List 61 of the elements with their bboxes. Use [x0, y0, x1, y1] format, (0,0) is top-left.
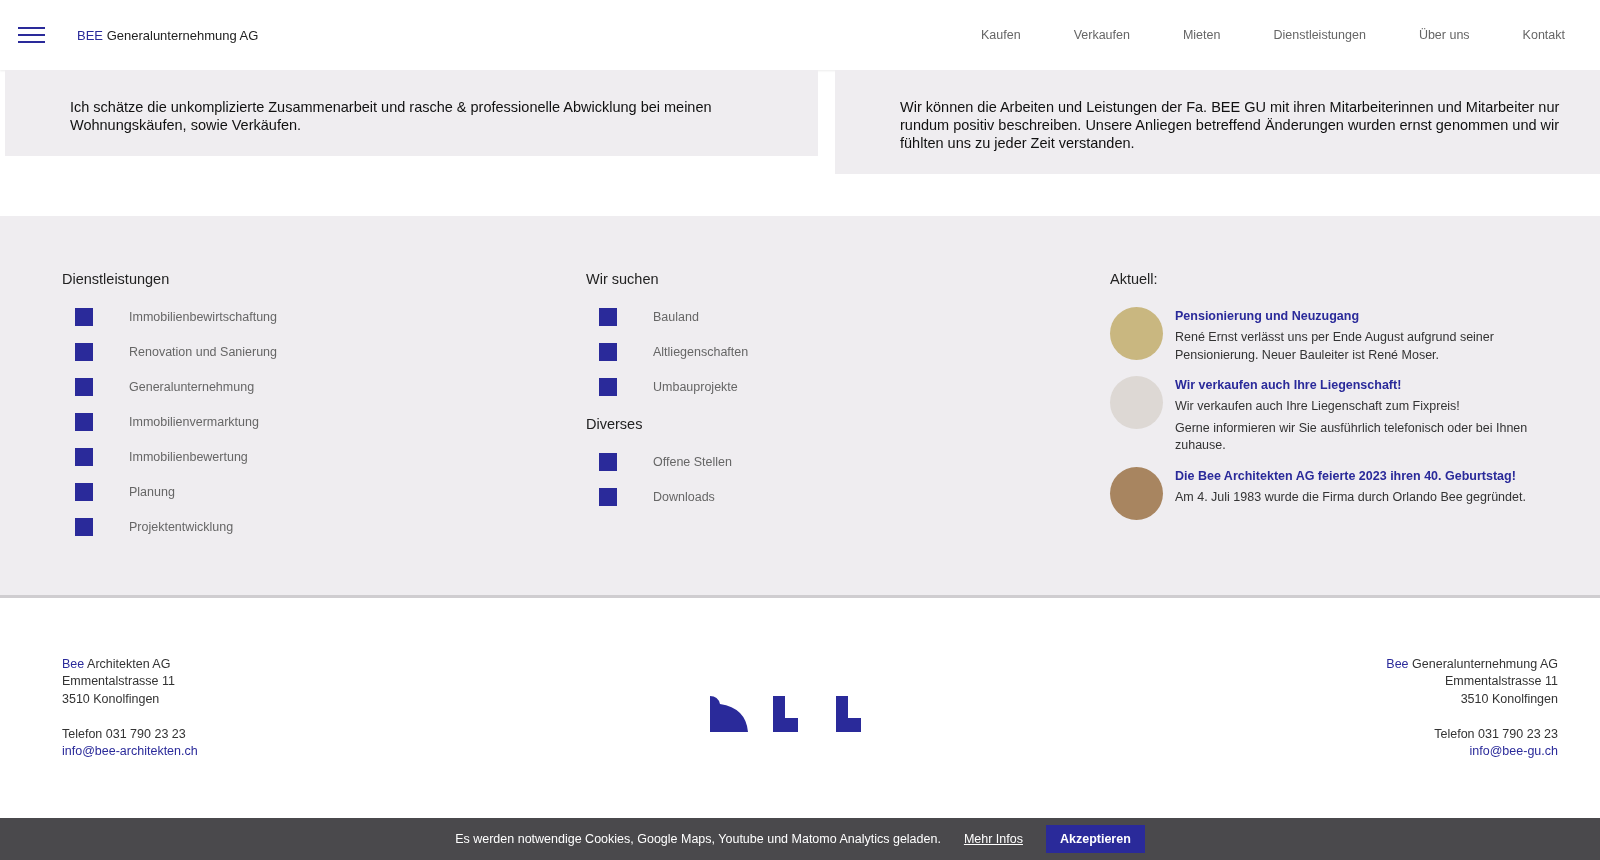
email-link[interactable]: info@bee-gu.ch [1469, 743, 1558, 761]
city-text: 3510 Konolfingen [62, 690, 160, 708]
city-text: 3510 Konolfingen [1460, 690, 1558, 708]
photo-placeholder [1110, 307, 1163, 360]
column-title: Aktuell: [1110, 271, 1159, 287]
email-link[interactable]: info@bee-architekten.ch [62, 743, 198, 761]
news-headline[interactable]: Die Bee Architekten AG feierte 2023 ihren 40. Geburtstag! [1175, 468, 1560, 483]
footer-link[interactable]: Immobilienbewirtschaftung [129, 309, 277, 324]
footer-link[interactable]: Generalunternehmung [129, 379, 255, 394]
news-text: Wir verkaufen auch Ihre Liegenschaft zum Fixpreis! [1175, 398, 1461, 415]
square-icon [599, 307, 617, 326]
column-title: Dienstleistungen [62, 271, 171, 287]
square-icon [75, 412, 93, 431]
square-icon [75, 377, 93, 396]
square-icon [599, 452, 617, 471]
footer-link[interactable]: Immobilienbewertung [129, 449, 248, 464]
footer-link[interactable]: Projektentwicklung [129, 519, 234, 534]
nav-link[interactable]: Verkaufen [1073, 28, 1130, 42]
nav-link[interactable]: Mieten [1182, 28, 1221, 42]
testimonial-card: Wir können die Arbeiten und Leistungen der Fa. BEE GU mit ihren Mitarbeiterinnen und Mitarbeiter nur rundum positiv beschreiben. Unsere Anliegen betreffend Änderungen wurden ernst genommen und wir fühlten uns zu jeder Zeit verstanden. [835, 70, 1600, 174]
footer-link[interactable]: Altliegenschaften [653, 344, 749, 359]
column-title: Wir suchen [586, 271, 660, 287]
brand-name[interactable]: BEE Generalunternehmung AG [77, 27, 259, 43]
square-icon [75, 517, 93, 536]
footer-link[interactable]: Offene Stellen [653, 454, 732, 469]
square-icon [599, 487, 617, 506]
street-text: Emmentalstrasse 11 [1444, 673, 1558, 690]
accept-button[interactable]: Akzeptieren [1045, 825, 1145, 853]
nav-link[interactable]: Kaufen [981, 28, 1021, 42]
column-title: Diverses [586, 416, 644, 432]
cookie-message: Es werden notwendige Cookies, Google Maps, Youtube und Matomo Analytics geladen. [455, 832, 941, 846]
footer-link[interactable]: Bauland [653, 309, 699, 324]
testimonial-card: Ich schätze die unkomplizierte Zusammenarbeit und rasche & professionelle Abwicklung bei meinen Wohnungskäufen, sowie Verkäufen. [5, 70, 818, 156]
company-name: Bee Architekten AG [62, 655, 171, 673]
news-headline[interactable]: Pensionierung und Neuzugang [1175, 309, 1560, 323]
nav-link[interactable]: Kontakt [1522, 28, 1565, 42]
news-text: Am 4. Juli 1983 wurde die Firma durch Orlando Bee gegründet. [1175, 488, 1527, 506]
footer-link[interactable]: Planung [129, 484, 175, 499]
square-icon [599, 342, 617, 361]
news-text: Gerne informieren wir Sie ausführlich telefonisch oder bei Ihnen zuhause. [1175, 419, 1529, 454]
more-info-link[interactable]: Mehr Infos [963, 832, 1023, 846]
company-name: Bee Generalunternehmung AG [1386, 655, 1558, 673]
square-icon [75, 307, 93, 326]
phone-text: Telefon 031 790 23 23 [62, 725, 186, 743]
photo-placeholder [1110, 466, 1163, 520]
square-icon [75, 342, 93, 361]
square-icon [599, 377, 617, 396]
phone-text: Telefon 031 790 23 23 [1434, 725, 1558, 743]
news-text: René Ernst verlässt uns per Ende August aufgrund seiner Pensionierung. Neuer Bauleiter ist René Moser. [1175, 329, 1495, 364]
footer-link[interactable]: Downloads [653, 489, 715, 504]
footer-link[interactable]: Umbauprojekte [653, 379, 738, 394]
nav-link[interactable]: Dienstleistungen [1273, 28, 1366, 42]
footer-link[interactable]: Renovation und Sanierung [129, 344, 278, 359]
news-headline[interactable]: Wir verkaufen auch Ihre Liegenschaft! [1175, 378, 1560, 392]
nav-link[interactable]: Über uns [1418, 28, 1470, 42]
square-icon [75, 482, 93, 501]
footer-link[interactable]: Immobilienvermarktung [129, 414, 259, 429]
square-icon [75, 447, 93, 466]
menu-icon[interactable] [18, 27, 45, 43]
street-text: Emmentalstrasse 11 [62, 673, 175, 690]
photo-placeholder [1110, 376, 1163, 429]
